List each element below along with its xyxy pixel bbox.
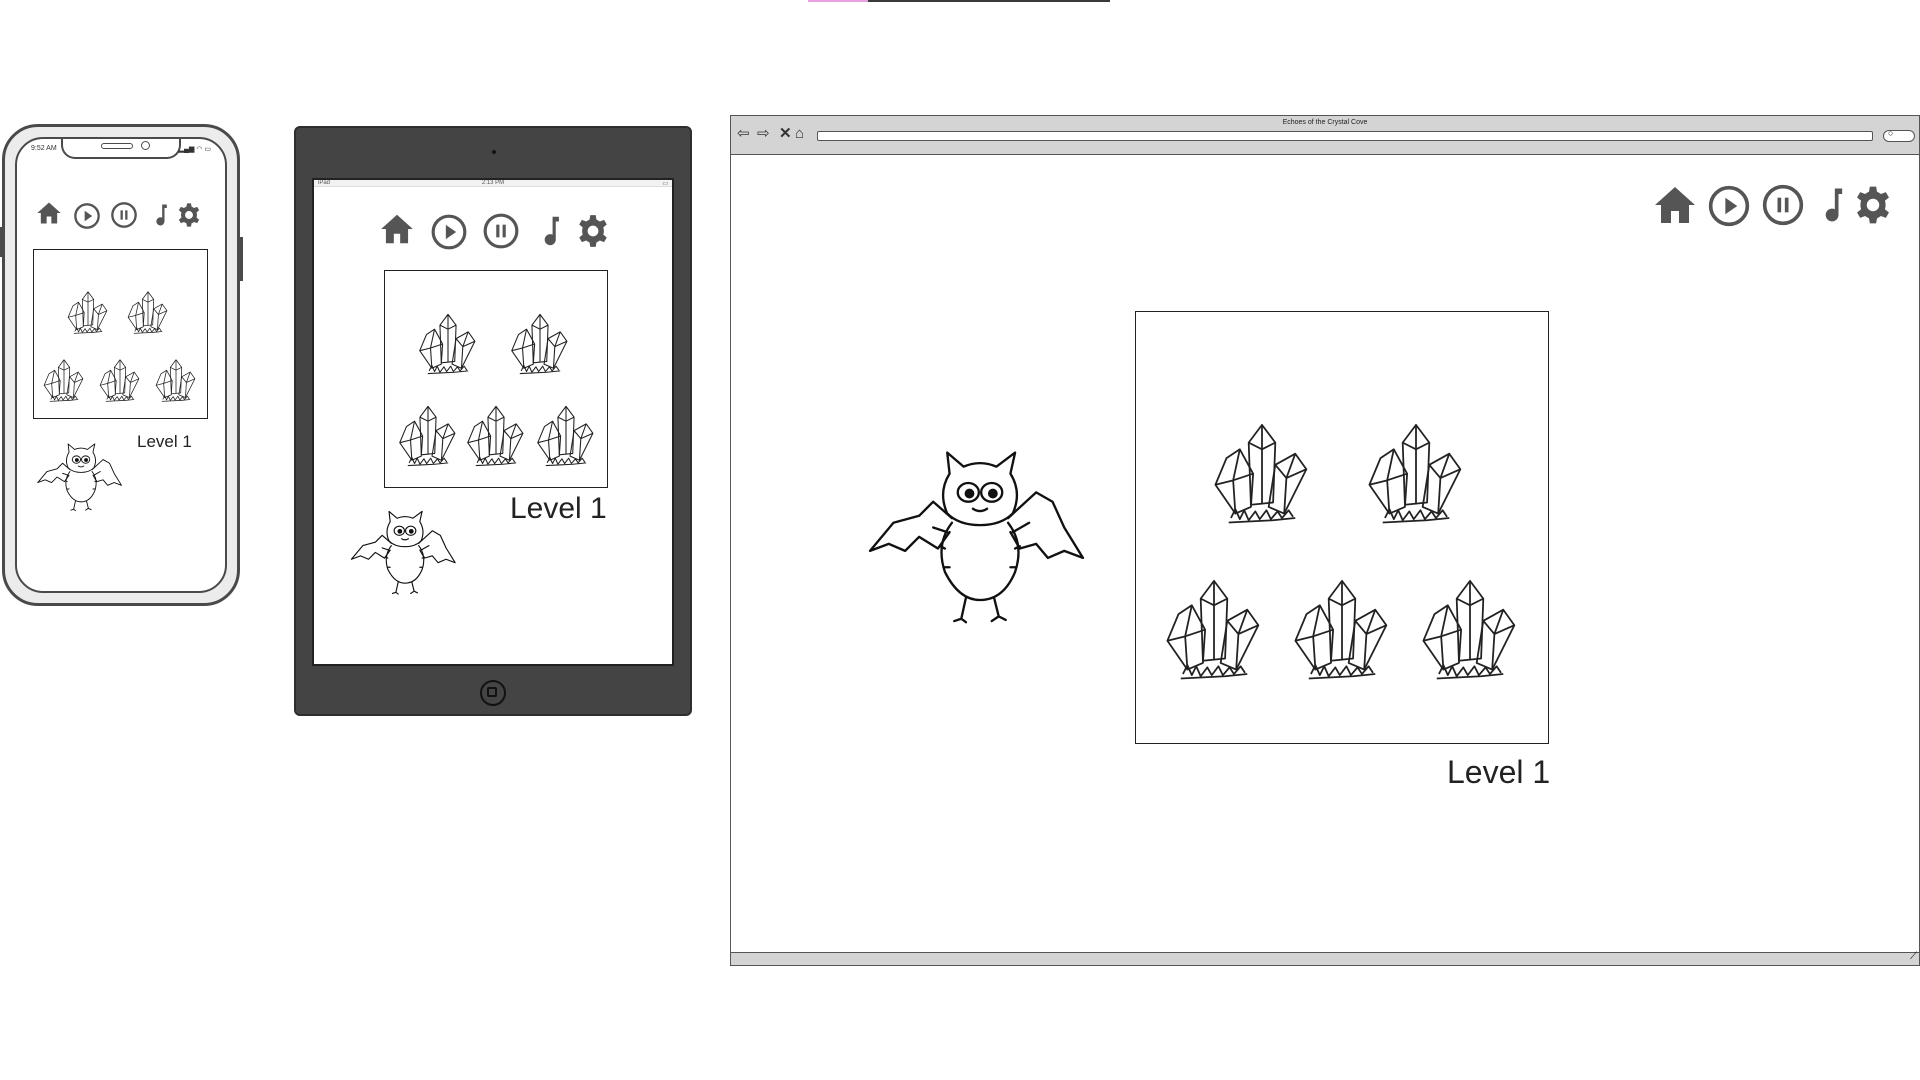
level-label: Level 1 bbox=[1447, 754, 1551, 790]
gear-icon[interactable] bbox=[175, 201, 203, 229]
search-field[interactable]: ○ bbox=[1883, 128, 1915, 142]
tablet-mockup: iPad 2:13 PM ▭ Level 1 bbox=[294, 126, 692, 716]
tablet-battery-icon: ▭ bbox=[662, 181, 668, 187]
tablet-home-button[interactable] bbox=[480, 680, 506, 706]
bat-character-icon[interactable] bbox=[348, 510, 462, 596]
browser-window: Echoes of the Crystal Cove ⇦ ⇨ ✕ ⌂ ○ Lev… bbox=[730, 115, 1920, 966]
crystal-icon[interactable] bbox=[152, 356, 200, 408]
back-arrow-icon[interactable]: ⇦ bbox=[737, 126, 750, 141]
crystal-icon[interactable] bbox=[505, 309, 575, 383]
crystal-icon[interactable] bbox=[531, 401, 601, 475]
crystal-icon[interactable] bbox=[1286, 572, 1398, 694]
phone-mockup: 9:52 AM ▂▄▆ ◠ ▭ Level 1 bbox=[0, 124, 243, 606]
crystal-play-area[interactable] bbox=[33, 249, 208, 419]
home-icon[interactable] bbox=[378, 210, 416, 248]
phone-status-time: 9:52 AM bbox=[31, 145, 57, 152]
play-icon[interactable] bbox=[73, 202, 101, 230]
crystal-icon[interactable] bbox=[64, 288, 112, 340]
phone-notch bbox=[61, 139, 181, 159]
pause-icon[interactable] bbox=[110, 201, 138, 229]
pause-icon[interactable] bbox=[1761, 183, 1805, 227]
crystal-icon[interactable] bbox=[40, 356, 88, 408]
speaker-icon bbox=[101, 143, 133, 149]
address-bar[interactable] bbox=[817, 131, 1873, 141]
tablet-status-time: 2:13 PM bbox=[481, 180, 505, 186]
camera-icon bbox=[141, 141, 150, 150]
search-icon: ○ bbox=[1888, 128, 1894, 138]
browser-title: Echoes of the Crystal Cove bbox=[1282, 119, 1368, 126]
phone-side-button bbox=[0, 227, 2, 257]
level-label: Level 1 bbox=[510, 492, 607, 525]
phone-power-button bbox=[240, 237, 243, 281]
bat-character-icon[interactable] bbox=[863, 450, 1097, 626]
crystal-icon[interactable] bbox=[393, 401, 463, 475]
browser-status-bar: ⟋ bbox=[731, 951, 1919, 965]
crystal-icon[interactable] bbox=[1206, 416, 1318, 538]
crystal-icon[interactable] bbox=[1360, 416, 1472, 538]
crystal-icon[interactable] bbox=[96, 356, 144, 408]
level-label: Level 1 bbox=[137, 432, 192, 451]
home-icon[interactable] bbox=[1651, 181, 1699, 229]
play-icon[interactable] bbox=[430, 213, 468, 251]
pause-icon[interactable] bbox=[482, 212, 520, 250]
home-outline-icon[interactable]: ⌂ bbox=[795, 126, 804, 141]
gear-icon[interactable] bbox=[574, 212, 612, 250]
crystal-icon[interactable] bbox=[124, 288, 172, 340]
crystal-play-area[interactable] bbox=[384, 270, 608, 488]
tablet-screen: iPad 2:13 PM ▭ Level 1 bbox=[312, 178, 674, 666]
close-icon[interactable]: ✕ bbox=[779, 126, 792, 141]
active-tab-marker bbox=[808, 0, 868, 2]
phone-screen: 9:52 AM ▂▄▆ ◠ ▭ Level 1 bbox=[15, 137, 227, 593]
bat-character-icon[interactable] bbox=[35, 443, 127, 512]
browser-toolbar: Echoes of the Crystal Cove ⇦ ⇨ ✕ ⌂ ○ bbox=[731, 116, 1919, 155]
crystal-play-area[interactable] bbox=[1135, 311, 1549, 744]
crystal-icon[interactable] bbox=[1158, 572, 1270, 694]
crystal-icon[interactable] bbox=[1414, 572, 1526, 694]
music-note-icon[interactable] bbox=[147, 201, 175, 229]
phone-status-icons: ▂▄▆ ◠ ▭ bbox=[178, 146, 211, 153]
tablet-camera-icon bbox=[492, 150, 496, 154]
play-icon[interactable] bbox=[1707, 184, 1751, 228]
forward-arrow-icon[interactable]: ⇨ bbox=[757, 126, 770, 141]
music-note-icon[interactable] bbox=[532, 212, 570, 250]
top-tab-indicator bbox=[808, 0, 1110, 2]
gear-icon[interactable] bbox=[1851, 183, 1895, 227]
music-note-icon[interactable] bbox=[1811, 183, 1855, 227]
crystal-icon[interactable] bbox=[413, 309, 483, 383]
crystal-icon[interactable] bbox=[461, 401, 531, 475]
home-icon[interactable] bbox=[35, 199, 63, 227]
resize-grip-icon[interactable]: ⟋ bbox=[1910, 951, 1917, 962]
